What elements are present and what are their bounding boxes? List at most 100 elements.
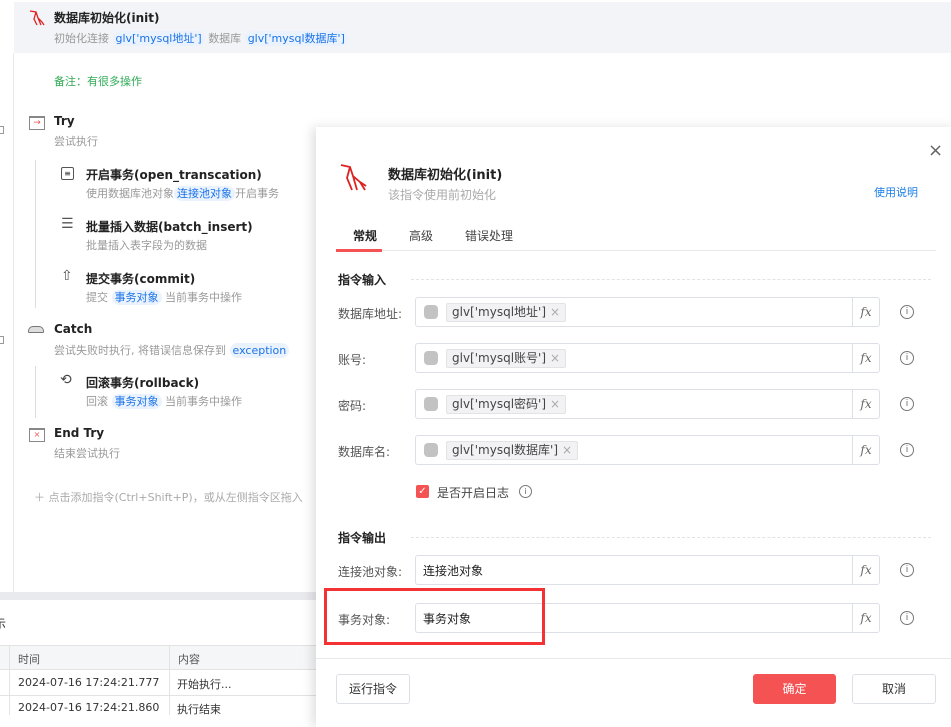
fx-button[interactable]: fx <box>852 390 879 418</box>
column-header-content: 内容 <box>178 653 200 666</box>
remove-tag-icon[interactable]: × <box>550 397 560 411</box>
collapse-toggle[interactable]: - <box>0 126 4 134</box>
info-icon[interactable]: i <box>900 397 914 411</box>
flow-editor: 数据库初始化(init) 初始化连接 glv['mysql地址'] 数据库 gl… <box>0 0 951 716</box>
section-output-title: 指令输出 <box>338 531 387 545</box>
fx-button[interactable]: fx <box>852 298 879 326</box>
remove-tag-icon[interactable]: × <box>550 305 560 319</box>
variable-tag[interactable]: glv['mysql地址'] × <box>446 303 567 322</box>
collapse-toggle[interactable]: - <box>0 336 4 344</box>
step-desc: 尝试执行 <box>54 135 98 148</box>
step-desc: 开启事务 <box>235 187 279 200</box>
input-label: 密码: <box>338 399 367 413</box>
tab-error-handling[interactable]: 错误处理 <box>465 227 513 244</box>
log-checkbox[interactable]: ✓ <box>416 485 429 498</box>
output-label: 连接池对象: <box>338 565 403 579</box>
input-field[interactable]: glv['mysql数据库'] × fx <box>415 435 880 465</box>
step-title: End Try <box>54 426 105 440</box>
info-icon[interactable]: i <box>900 563 914 577</box>
variable-tag[interactable]: glv['mysql密码'] × <box>446 395 567 414</box>
close-icon[interactable]: × <box>928 140 943 161</box>
add-command-hint[interactable]: ＋ 点击添加指令(Ctrl+Shift+P)，或从左侧指令区拖入 <box>34 489 303 505</box>
dialog-title: 数据库初始化(init) <box>388 168 503 183</box>
input-label: 账号: <box>338 353 367 367</box>
mysql-dolphin-icon <box>340 164 367 191</box>
output-field[interactable]: 连接池对象 fx <box>415 555 880 585</box>
section-divider <box>411 537 931 538</box>
input-field[interactable]: glv['mysql账号'] × fx <box>415 343 880 373</box>
fx-button[interactable]: fx <box>852 604 879 632</box>
log-table-header <box>0 645 316 670</box>
step-desc: 批量插入表字段为的数据 <box>86 239 207 252</box>
log-time: 2024-07-16 17:24:21.860 <box>18 701 160 714</box>
step-desc: 尝试失败时执行, 将错误信息保存到 <box>54 344 226 357</box>
log-tab[interactable]: 示 <box>0 615 6 632</box>
remove-tag-icon[interactable]: × <box>562 443 572 457</box>
python-icon <box>424 351 438 365</box>
command-dialog: × 数据库初始化(init) 该指令使用前初始化 使用说明 常规 高级 错误处理… <box>316 127 951 727</box>
step-desc: 初始化连接 <box>54 32 109 45</box>
footer-divider <box>316 658 951 659</box>
variable-tag-text: glv['mysql地址'] <box>452 305 547 319</box>
input-field[interactable]: glv['mysql地址'] × fx <box>415 297 880 327</box>
tab-general[interactable]: 常规 <box>353 227 377 244</box>
variable-tag-text: glv['mysql数据库'] <box>452 443 559 457</box>
var-chip[interactable]: glv['mysql地址'] <box>112 31 205 46</box>
input-label: 数据库名: <box>338 445 391 459</box>
step-desc: 结束尝试执行 <box>54 447 120 460</box>
log-checkbox-label: 是否开启日志 <box>437 486 510 500</box>
step-title: 批量插入数据(batch_insert) <box>86 220 253 234</box>
help-link[interactable]: 使用说明 <box>874 184 918 200</box>
step-title: 开启事务(open_transcation) <box>86 168 262 182</box>
step-title: Catch <box>54 322 93 336</box>
batch-icon: ☰ <box>61 216 74 232</box>
step-desc: 使用数据库池对象 <box>86 187 174 200</box>
var-chip[interactable]: 事务对象 <box>111 394 162 409</box>
catch-icon <box>28 326 44 333</box>
variable-tag[interactable]: glv['mysql数据库'] × <box>446 441 579 460</box>
var-chip[interactable]: 事务对象 <box>111 290 162 305</box>
var-chip[interactable]: 连接池对象 <box>174 186 235 201</box>
var-chip[interactable]: exception <box>229 343 290 358</box>
try-icon: → <box>29 116 45 130</box>
commit-icon: ⇧ <box>61 268 73 284</box>
info-icon[interactable]: i <box>900 611 914 625</box>
end-try-icon: × <box>29 428 45 442</box>
input-field[interactable]: glv['mysql密码'] × fx <box>415 389 880 419</box>
log-time: 2024-07-16 17:24:21.777 <box>18 676 160 689</box>
rollback-icon: ⟲ <box>60 372 72 388</box>
highlight-box <box>324 588 545 645</box>
add-hint-text: 点击添加指令(Ctrl+Shift+P)，或从左侧指令区拖入 <box>48 491 303 504</box>
info-icon[interactable]: i <box>900 305 914 319</box>
dialog-subtitle: 该指令使用前初始化 <box>388 188 497 202</box>
run-command-button[interactable]: 运行指令 <box>336 674 410 704</box>
info-icon[interactable]: i <box>900 443 914 457</box>
step-desc: 数据库 <box>208 32 242 45</box>
list-icon: ≡ <box>61 167 74 180</box>
active-tab-indicator <box>336 249 382 252</box>
variable-tag[interactable]: glv['mysql账号'] × <box>446 349 567 368</box>
output-value: 连接池对象 <box>423 564 484 578</box>
column-header-time: 时间 <box>18 653 40 666</box>
input-label: 数据库地址: <box>338 307 403 321</box>
tab-advanced[interactable]: 高级 <box>409 227 433 244</box>
log-content: 开始执行... <box>177 678 232 691</box>
indent-line <box>35 366 36 418</box>
var-chip[interactable]: glv['mysql数据库'] <box>244 31 348 46</box>
info-icon[interactable]: i <box>519 485 532 498</box>
confirm-button[interactable]: 确定 <box>753 674 836 704</box>
fx-button[interactable]: fx <box>852 344 879 372</box>
step-desc: 当前事务中操作 <box>165 395 242 408</box>
info-icon[interactable]: i <box>900 351 914 365</box>
variable-tag-text: glv['mysql密码'] <box>452 397 547 411</box>
remove-tag-icon[interactable]: × <box>550 351 560 365</box>
step-title: Try <box>54 114 75 128</box>
fx-button[interactable]: fx <box>852 556 879 584</box>
step-title: 提交事务(commit) <box>86 272 196 286</box>
python-icon <box>424 443 438 457</box>
cancel-button[interactable]: 取消 <box>852 674 936 704</box>
gutter-line <box>13 53 14 593</box>
tab-divider <box>338 250 936 251</box>
fx-button[interactable]: fx <box>852 436 879 464</box>
plus-icon: ＋ <box>34 491 49 504</box>
